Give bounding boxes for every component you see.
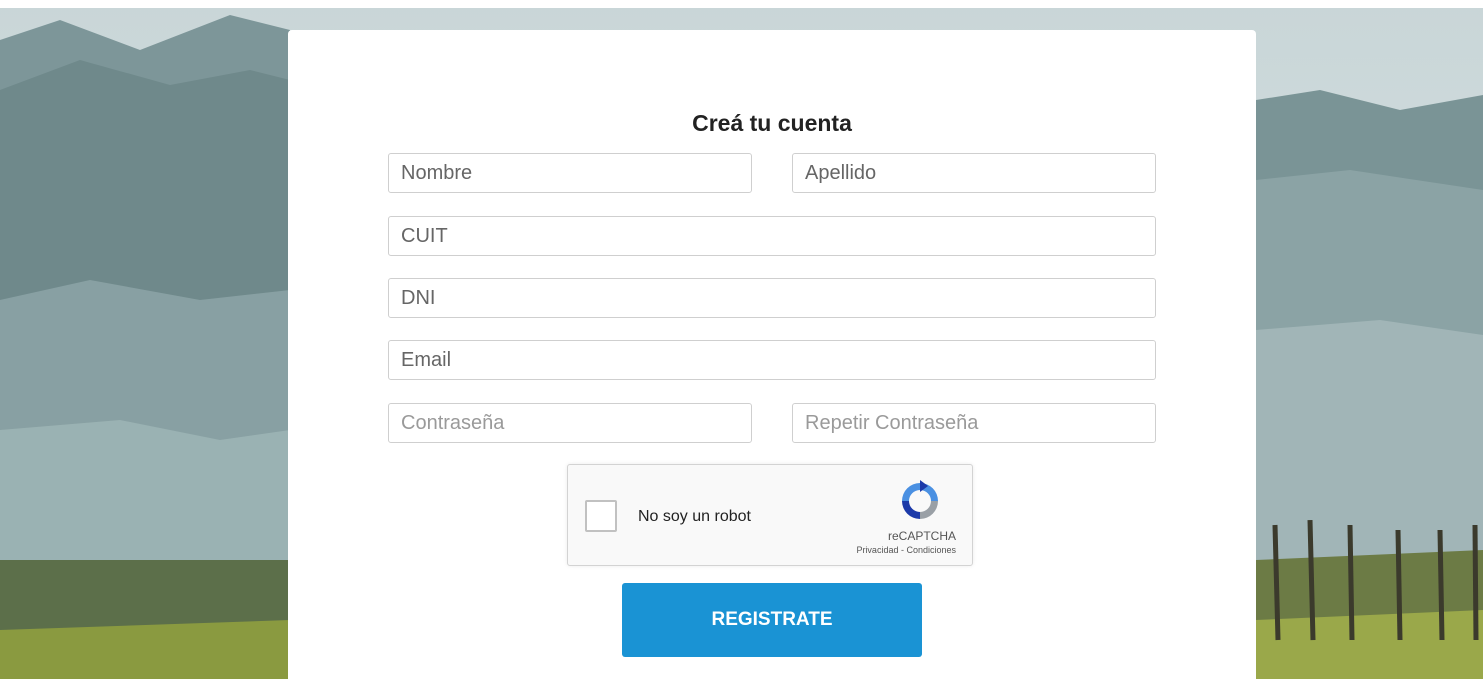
nombre-input[interactable] [388,153,752,193]
recaptcha-label: No soy un robot [638,508,751,525]
recaptcha-icon [902,480,938,519]
form-title: Creá tu cuenta [692,110,852,136]
recaptcha-checkbox[interactable] [585,500,617,532]
cuit-input[interactable] [388,216,1156,256]
recaptcha-links[interactable]: Privacidad - Condiciones [856,545,956,555]
password-repeat-input[interactable] [792,403,1156,443]
signup-card: Creá tu cuenta No soy un robot reCAPTCHA… [288,30,1256,679]
apellido-input[interactable] [792,153,1156,193]
recaptcha-brand: reCAPTCHA [887,529,956,543]
recaptcha-widget: No soy un robot reCAPTCHA Privacidad - C… [567,464,973,566]
email-input[interactable] [388,340,1156,380]
password-input[interactable] [388,403,752,443]
register-button[interactable]: REGISTRATE [622,583,922,657]
dni-input[interactable] [388,278,1156,318]
top-strip [0,0,1483,8]
